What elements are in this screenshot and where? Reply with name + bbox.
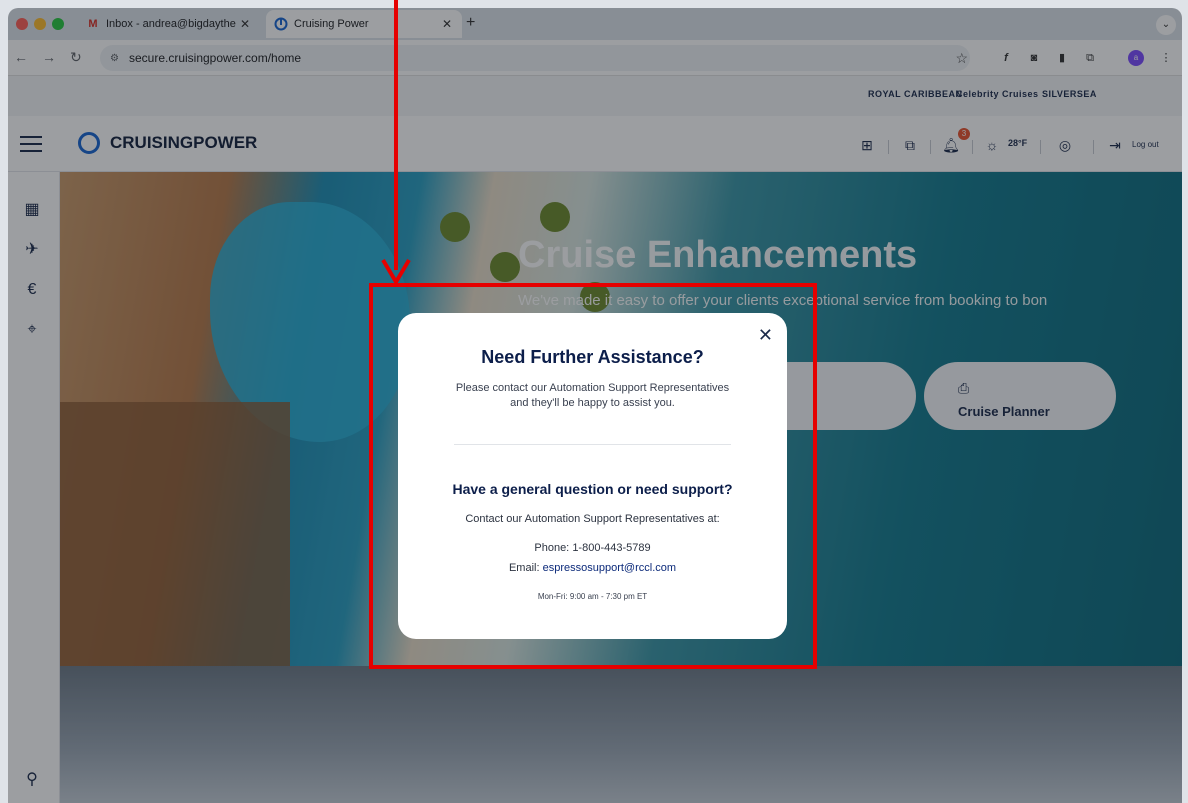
annotation-arrow-head [381,258,411,286]
annotation-highlight-box [369,283,817,669]
annotation-arrow-shaft [394,0,398,270]
